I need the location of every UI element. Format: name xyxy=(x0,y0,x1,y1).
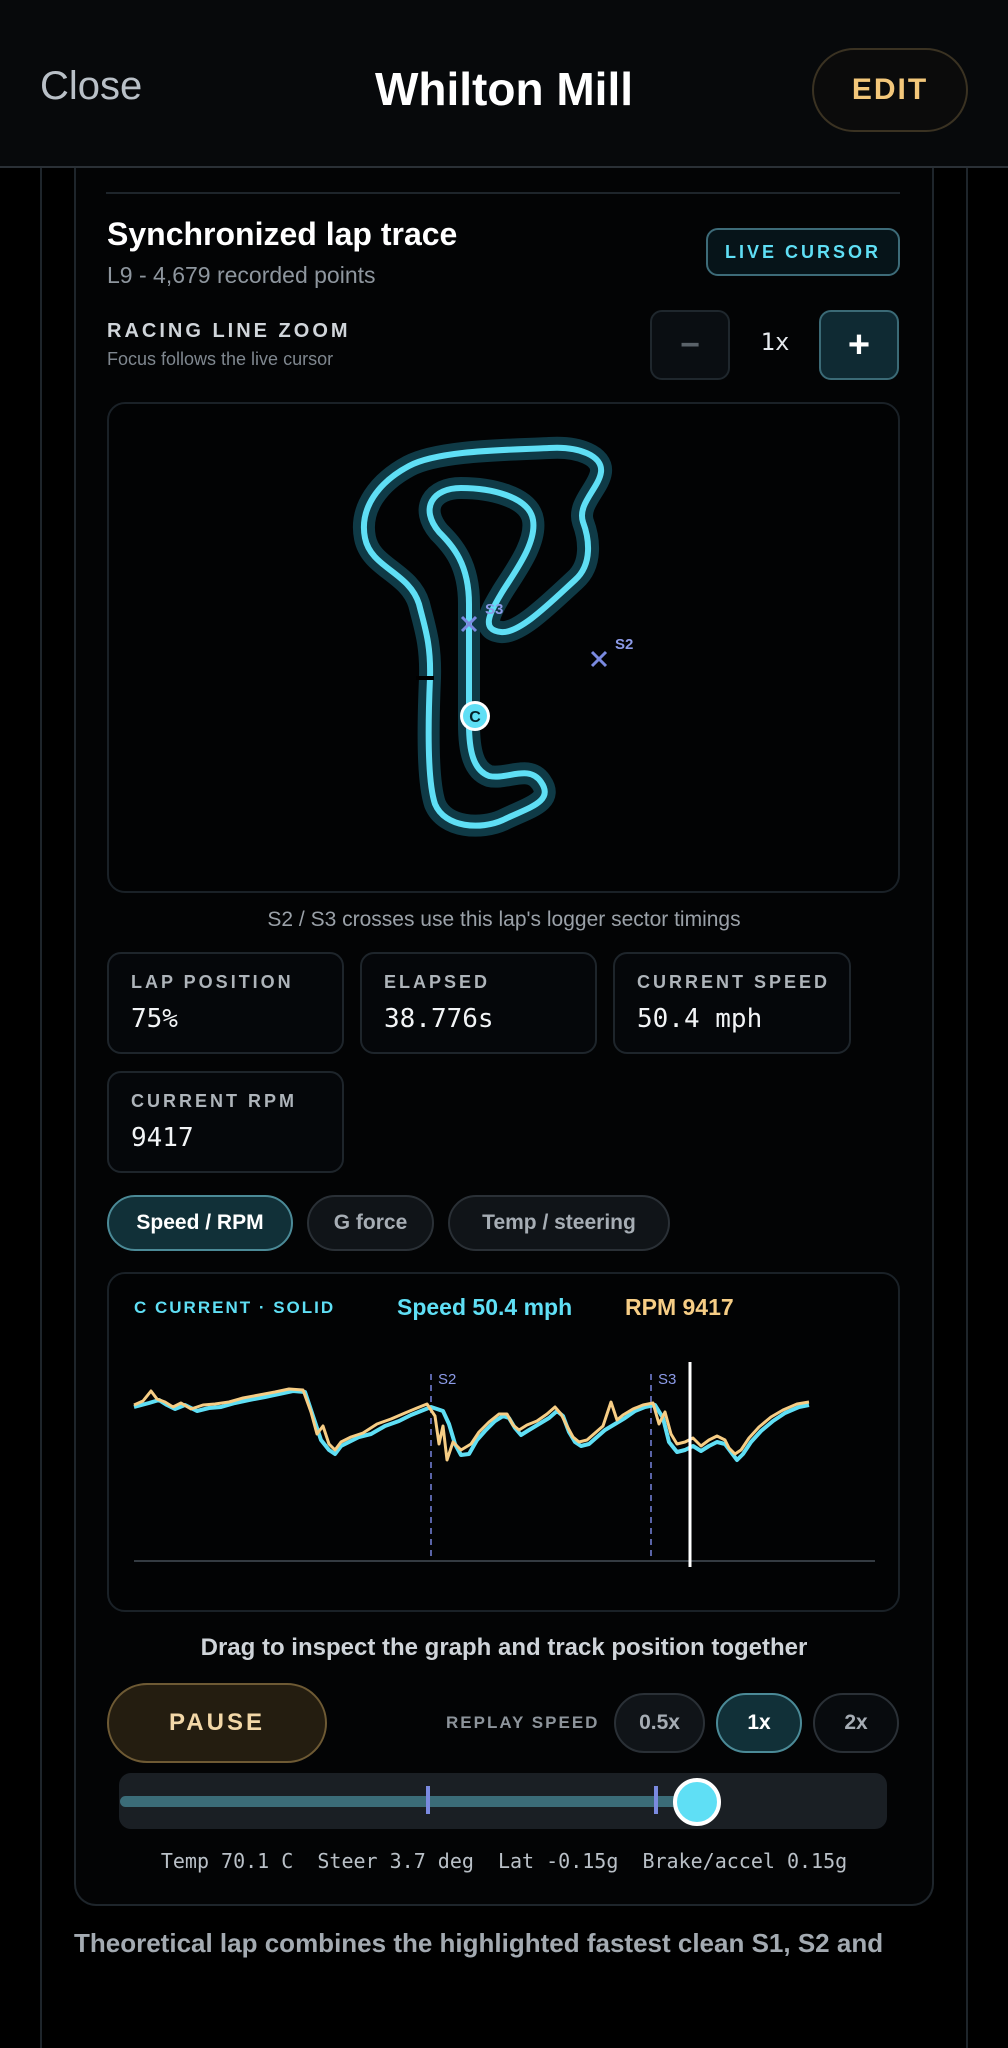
divider xyxy=(106,192,900,194)
track-outline xyxy=(360,444,605,829)
stat-label: LAP POSITION xyxy=(131,972,294,992)
scrubber-thumb[interactable] xyxy=(673,1778,721,1826)
pause-button[interactable]: PAUSE xyxy=(107,1683,327,1763)
tab-g-force[interactable]: G force xyxy=(307,1195,434,1251)
stat-value: 9417 xyxy=(131,1123,194,1153)
zoom-level: 1x xyxy=(760,328,790,356)
live-cursor-marker: C xyxy=(460,701,490,731)
cursor-label: C xyxy=(469,709,481,726)
zoom-subtitle: Focus follows the live cursor xyxy=(107,349,334,369)
telemetry-graph[interactable]: S2 S3 xyxy=(107,1272,900,1612)
stat-current-speed: CURRENT SPEED 50.4 mph xyxy=(613,952,851,1054)
graph-sector-label-s2: S2 xyxy=(438,1371,456,1388)
stat-current-rpm: CURRENT RPM 9417 xyxy=(107,1071,344,1173)
replay-speed-label: REPLAY SPEED xyxy=(446,1713,600,1732)
scrubber-progress-fill xyxy=(120,1796,697,1807)
zoom-in-button[interactable]: + xyxy=(819,310,899,380)
section-subtitle: L9 - 4,679 recorded points xyxy=(107,262,376,288)
stat-elapsed: ELAPSED 38.776s xyxy=(360,952,597,1054)
telemetry-graph-svg: S2 S3 xyxy=(133,1362,875,1567)
zoom-out-button[interactable]: − xyxy=(650,310,730,380)
graph-current-label: C CURRENT · SOLID xyxy=(134,1298,336,1317)
sector-label-s2: S2 xyxy=(615,636,633,653)
stat-value: 38.776s xyxy=(384,1004,494,1034)
stat-value: 75% xyxy=(131,1004,178,1034)
sector-marker-s2: S2 xyxy=(590,636,633,668)
tab-speed-rpm[interactable]: Speed / RPM xyxy=(107,1195,293,1251)
track-map[interactable]: S3 S2 C xyxy=(107,402,900,893)
stat-label: ELAPSED xyxy=(384,972,491,992)
sector-label-s3: S3 xyxy=(485,601,503,618)
stat-value: 50.4 mph xyxy=(637,1004,763,1034)
map-note: S2 / S3 crosses use this lap's logger se… xyxy=(267,908,741,931)
replay-speed-1x[interactable]: 1x xyxy=(716,1693,802,1753)
scrubber-sector-mark-s3 xyxy=(654,1786,658,1814)
tab-temp-steering[interactable]: Temp / steering xyxy=(448,1195,670,1251)
section-title: Synchronized lap trace xyxy=(107,216,458,252)
zoom-title: RACING LINE ZOOM xyxy=(107,320,351,342)
edit-button[interactable]: EDIT xyxy=(812,48,968,132)
replay-speed-2x[interactable]: 2x xyxy=(813,1693,899,1753)
theoretical-lap-note: Theoretical lap combines the highlighted… xyxy=(74,1928,884,1958)
track-map-svg: S3 S2 C xyxy=(352,436,633,837)
telemetry-readout: Temp 70.1 C Steer 3.7 deg Lat -0.15g Bra… xyxy=(160,1849,848,1873)
stat-label: CURRENT SPEED xyxy=(637,972,831,992)
graph-sector-label-s3: S3 xyxy=(658,1371,676,1388)
live-cursor-badge: LIVE CURSOR xyxy=(706,228,900,276)
drag-hint: Drag to inspect the graph and track posi… xyxy=(200,1634,808,1661)
replay-speed-0-5x[interactable]: 0.5x xyxy=(614,1693,705,1753)
stat-lap-position: LAP POSITION 75% xyxy=(107,952,344,1054)
top-bar: Close Whilton Mill EDIT xyxy=(0,0,1008,168)
graph-speed-readout: Speed 50.4 mph xyxy=(397,1294,573,1320)
stat-label: CURRENT RPM xyxy=(131,1091,297,1111)
graph-rpm-readout: RPM 9417 xyxy=(625,1294,734,1320)
scrubber-sector-mark-s2 xyxy=(426,1786,430,1814)
